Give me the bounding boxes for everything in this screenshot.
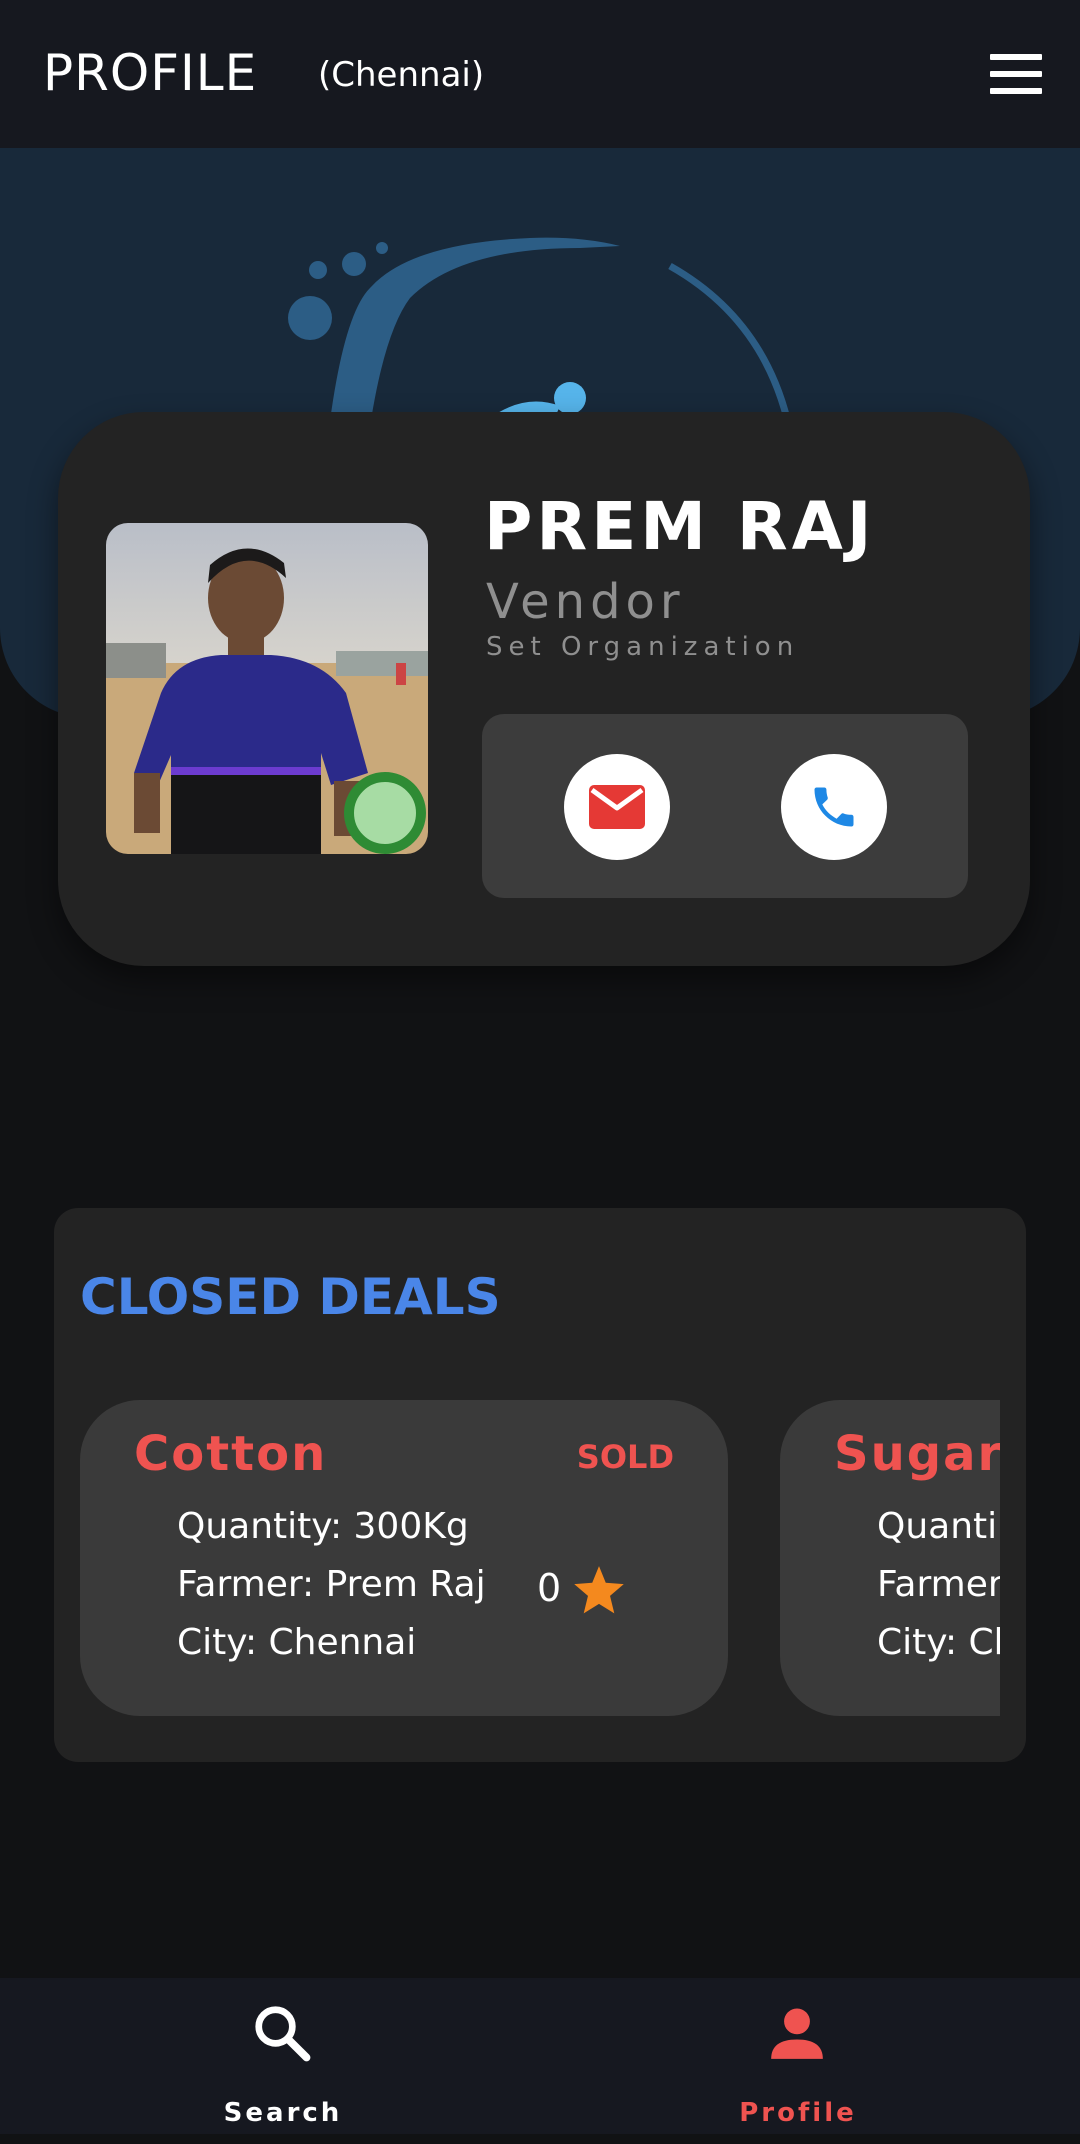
nav-label-profile: Profile (739, 2098, 857, 2128)
mail-icon (589, 785, 645, 829)
deal-farmer: Farmer (877, 1564, 1000, 1605)
menu-icon[interactable] (990, 54, 1042, 94)
nav-label-search: Search (223, 2098, 343, 2128)
deal-card[interactable]: Cotton SOLD Quantity: 300Kg Farmer: Prem… (80, 1400, 728, 1716)
set-organization-link[interactable]: Set Organization (486, 632, 799, 662)
call-button[interactable] (781, 754, 887, 860)
closed-deals-section: CLOSED DEALS Cotton SOLD Quantity: 300Kg… (54, 1208, 1026, 1762)
search-icon (255, 2006, 311, 2062)
nav-item-search[interactable]: Search (133, 1978, 433, 2134)
person-icon (771, 2008, 823, 2059)
online-status-indicator (344, 772, 426, 854)
app-bar: PROFILE (Chennai) (0, 0, 1080, 148)
deal-farmer: Farmer: Prem Raj (177, 1564, 486, 1605)
deals-carousel[interactable]: Cotton SOLD Quantity: 300Kg Farmer: Prem… (80, 1400, 1000, 1716)
deal-rating-value: 0 (537, 1566, 562, 1610)
person-name: PREM RAJ (484, 488, 876, 565)
section-title: CLOSED DEALS (80, 1268, 501, 1326)
profile-card: PREM RAJ Vendor Set Organization (58, 412, 1030, 966)
deal-quantity: Quantity: 300Kg (177, 1506, 469, 1547)
email-button[interactable] (564, 754, 670, 860)
phone-icon (814, 787, 854, 827)
deal-card[interactable]: Sugarc Quanti Farmer City: Ch (780, 1400, 1000, 1716)
nav-item-profile[interactable]: Profile (648, 1978, 948, 2134)
page-title: PROFILE (43, 44, 258, 102)
deal-crop-name: Cotton (134, 1426, 328, 1482)
deal-status-badge: SOLD (576, 1438, 674, 1476)
star-icon (574, 1566, 624, 1614)
person-role: Vendor (486, 574, 685, 630)
deal-city: City: Chennai (177, 1622, 417, 1663)
deal-city: City: Ch (877, 1622, 1000, 1663)
deal-crop-name: Sugarc (834, 1426, 1000, 1482)
contact-actions (482, 714, 968, 898)
deal-quantity: Quanti (877, 1506, 998, 1547)
bottom-navigation: Search Profile (0, 1978, 1080, 2134)
location-label: (Chennai) (318, 55, 485, 95)
